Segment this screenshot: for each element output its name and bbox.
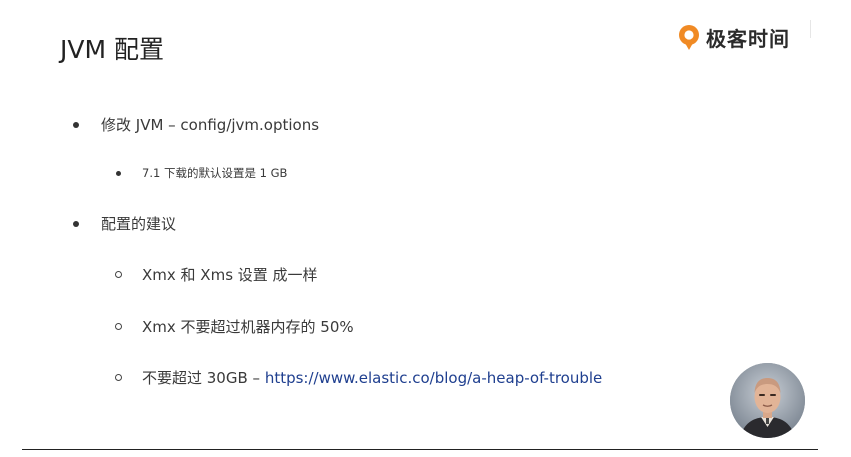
heap-of-trouble-link[interactable]: https://www.elastic.co/blog/a-heap-of-tr…	[265, 369, 602, 387]
bullet-text: 修改 JVM – config/jvm.options	[101, 116, 320, 134]
bullet-ring-icon	[115, 374, 122, 381]
sub-bullet-item: 不要超过 30GB – https://www.elastic.co/blog/…	[115, 367, 602, 388]
bullet-text: 配置的建议	[101, 215, 177, 233]
footer-divider	[22, 449, 818, 450]
bullet-disc-icon	[73, 121, 79, 128]
sub-bullet-item: 7.1 下载的默认设置是 1 GB	[116, 165, 287, 181]
sub-bullet-item: Xmx 和 Xms 设置 成一样	[115, 264, 318, 285]
bullet-item: 修改 JVM – config/jvm.options	[73, 114, 319, 135]
bullet-ring-icon	[115, 323, 122, 330]
header-divider	[810, 20, 811, 38]
bullet-disc-icon	[73, 220, 79, 227]
sub-bullet-text: Xmx 不要超过机器内存的 50%	[142, 318, 354, 336]
bullet-ring-icon	[115, 271, 122, 278]
brand-name: 极客时间	[706, 26, 790, 51]
presenter-avatar	[730, 363, 805, 438]
sub-bullet-text: 不要超过 30GB –	[142, 369, 265, 387]
presenter-avatar-icon	[730, 363, 805, 438]
sub-bullet-text: Xmx 和 Xms 设置 成一样	[142, 266, 318, 284]
sub-bullet-item: Xmx 不要超过机器内存的 50%	[115, 316, 354, 337]
sub-bullet-text: 7.1 下载的默认设置是 1 GB	[142, 166, 288, 180]
brand-logo: 极客时间	[676, 22, 790, 52]
slide-title: JVM 配置	[60, 35, 164, 64]
bullet-item: 配置的建议	[73, 213, 176, 234]
bullet-disc-icon	[116, 170, 121, 176]
geektime-logo-icon	[679, 25, 699, 50]
